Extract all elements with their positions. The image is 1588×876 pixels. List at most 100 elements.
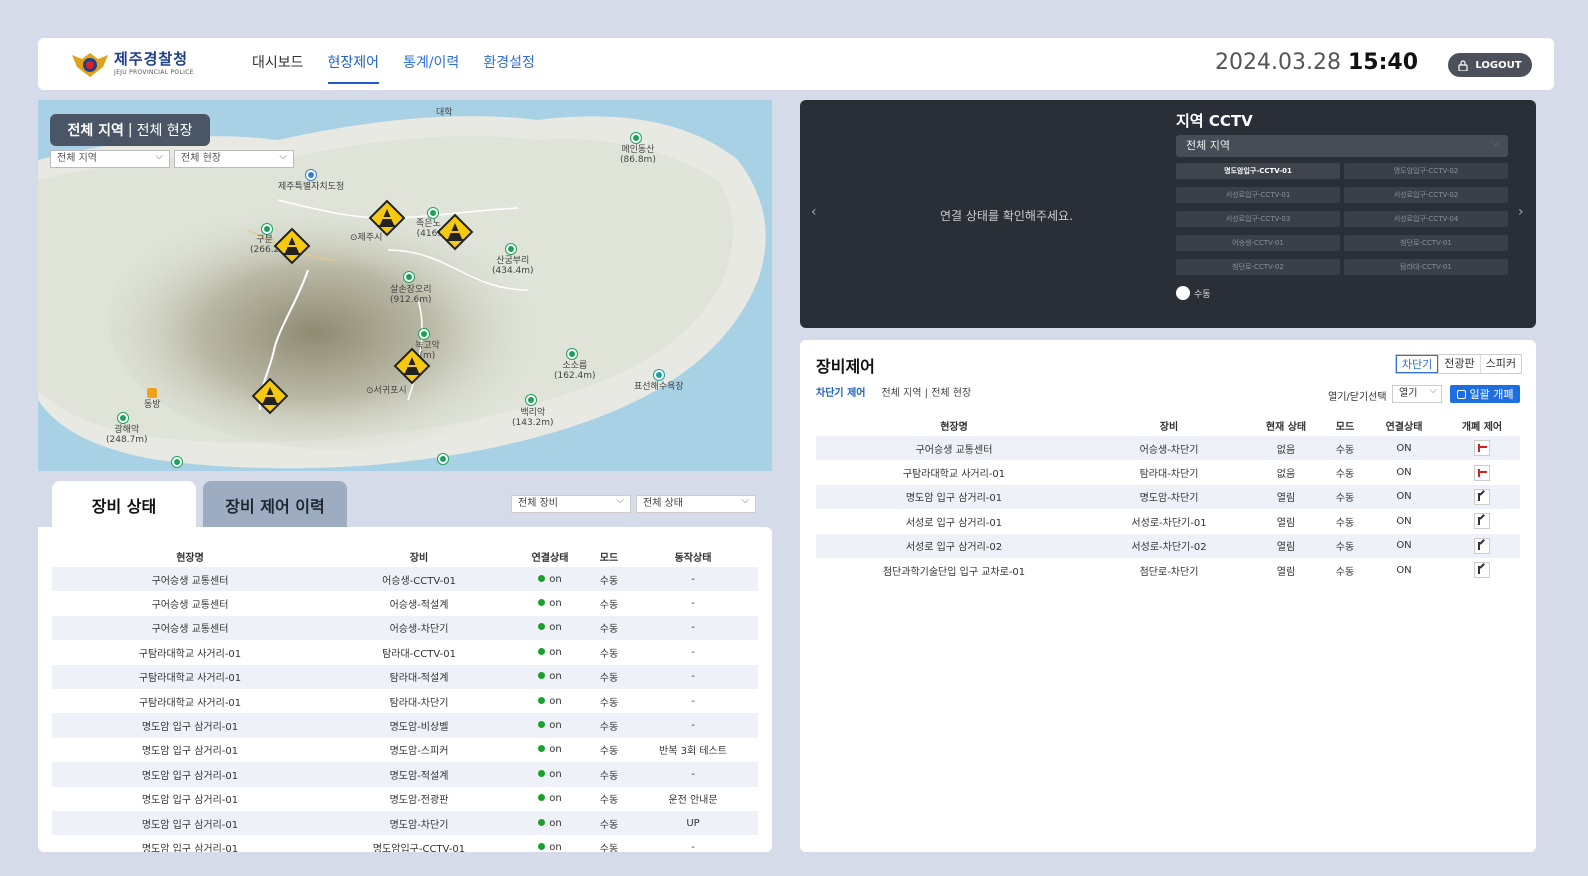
site-cone-marker-icon[interactable] [250, 376, 290, 416]
nav-dashboard[interactable]: 대시보드 [252, 38, 304, 84]
online-status-icon [538, 794, 546, 802]
table-row[interactable]: 구어승생 교통센터 어승생-CCTV-01 on 수동 - [52, 567, 758, 592]
bulk-button-label: 일괄 개폐 [1469, 388, 1514, 401]
cctv-camera-button[interactable]: 서성로입구-CCTV-04 [1344, 211, 1508, 227]
site-cone-marker-icon[interactable] [435, 212, 475, 252]
cell-mode: 수동 [1326, 533, 1364, 558]
cell-connection: ON [1396, 467, 1412, 479]
peak-marker-icon [567, 349, 577, 359]
column-header: 장비 [409, 552, 429, 564]
cctv-region-select[interactable]: 전체 지역 [1176, 132, 1508, 157]
online-status-icon [538, 647, 546, 655]
cctv-camera-button[interactable]: 서성로입구-CCTV-03 [1176, 211, 1340, 227]
cctv-camera-button[interactable]: 서성로입구-CCTV-02 [1344, 187, 1508, 203]
segment-signboard[interactable]: 전광판 [1438, 355, 1479, 373]
cell-mode: 수동 [599, 600, 619, 612]
column-header: 모드 [1335, 421, 1355, 433]
map-region-select[interactable]: 전체 지역 [50, 149, 170, 168]
site-cone-marker-icon[interactable] [367, 198, 407, 238]
cctv-camera-button[interactable]: 서성로입구-CCTV-01 [1176, 187, 1340, 203]
barrier-closed-icon[interactable] [1474, 464, 1490, 481]
table-row[interactable]: 명도암 입구 삼거리-01 명도암-비상벨 on 수동 - [52, 713, 758, 738]
police-logo[interactable]: 제주경찰청 JEJU PROVINCIAL POLICE [70, 49, 194, 79]
cell-operation: - [628, 664, 758, 689]
map-site-select[interactable]: 전체 현장 [174, 149, 294, 168]
barrier-open-icon[interactable] [1474, 537, 1490, 554]
site-cone-marker-icon[interactable] [392, 346, 432, 386]
open-close-select[interactable]: 열기 [1392, 383, 1442, 403]
online-status-icon [538, 599, 546, 607]
table-row[interactable]: 명도암 입구 삼거리-01 명도암입구-CCTV-01 on 수동 - [52, 835, 758, 852]
segment-speaker[interactable]: 스피커 [1479, 355, 1521, 373]
tab-equipment-status[interactable]: 장비 상태 [52, 481, 196, 529]
table-row[interactable]: 구탐라대학교 사거리-01 탐라대-차단기 없음 수동 ON [816, 460, 1520, 484]
cell-site: 명도암 입구 삼거리-01 [52, 810, 328, 836]
nav-stats-history[interactable]: 통계/이력 [403, 38, 459, 84]
subtab-barrier-control[interactable]: 차단기 제어 [816, 384, 865, 399]
table-row[interactable]: 명도암 입구 삼거리-01 명도암-적설계 on 수동 - [52, 762, 758, 787]
cctv-camera-button[interactable]: 첨단로-CCTV-02 [1176, 259, 1340, 275]
barrier-closed-icon[interactable] [1474, 440, 1490, 457]
cctv-mode-toggle[interactable]: 수동 [1176, 286, 1211, 300]
cell-device: 탐라대-CCTV-01 [382, 648, 456, 660]
cell-connection: ON [1396, 564, 1412, 576]
cctv-camera-button[interactable]: 명도암입구-CCTV-02 [1344, 163, 1508, 179]
device-filter-select[interactable]: 전체 장비 [511, 493, 631, 513]
cell-device: 명도암입구-CCTV-01 [372, 843, 466, 852]
cctv-prev-button[interactable]: ‹ [811, 204, 817, 220]
table-row[interactable]: 구어승생 교통센터 어승생-적설계 on 수동 - [52, 591, 758, 615]
table-row[interactable]: 구탐라대학교 사거리-01 탐라대-CCTV-01 on 수동 - [52, 640, 758, 664]
cell-device: 어승생-차단기 [1092, 436, 1246, 461]
barrier-open-icon[interactable] [1474, 513, 1490, 530]
cell-site: 명도암 입구 삼거리-01 [141, 843, 239, 852]
logo-title: 제주경찰청 [114, 50, 189, 68]
peak-marker-icon [419, 329, 429, 339]
cell-mode: 수동 [590, 713, 628, 738]
cell-operation: UP [628, 810, 758, 836]
table-row[interactable]: 구탐라대학교 사거리-01 탐라대-차단기 on 수동 - [52, 689, 758, 713]
table-row[interactable]: 서성로 입구 삼거리-02 서성로-차단기-02 열림 수동 ON [816, 533, 1520, 558]
online-status-icon [538, 623, 546, 631]
current-time: 15:40 [1347, 50, 1418, 75]
table-row[interactable]: 명도암 입구 삼거리-01 명도암-스피커 on 수동 반복 3회 테스트 [52, 738, 758, 762]
cctv-camera-button[interactable]: 탐라대-CCTV-01 [1344, 259, 1508, 275]
cctv-next-button[interactable]: › [1518, 204, 1524, 220]
current-datetime: 2024.03.28 15:40 [1215, 50, 1418, 75]
nav-settings[interactable]: 환경설정 [483, 38, 535, 84]
state-filter-select[interactable]: 전체 상태 [636, 493, 756, 513]
cctv-camera-button[interactable]: 첨단로-CCTV-01 [1344, 235, 1508, 251]
cell-site: 구탐라대학교 사거리-01 [52, 664, 328, 689]
cell-device: 명도암-비상벨 [328, 713, 510, 738]
cell-state: 열림 [1246, 533, 1326, 558]
tab-control-history[interactable]: 장비 제어 이력 [203, 481, 347, 529]
peak-marker-icon [262, 224, 272, 234]
lock-icon [1458, 59, 1469, 71]
online-status-icon [538, 721, 546, 729]
map-label-pyoseon: 표선해수욕장 [634, 382, 684, 392]
barrier-open-icon[interactable] [1474, 488, 1490, 505]
table-row[interactable]: 구어승생 교통센터 어승생-차단기 없음 수동 ON [816, 436, 1520, 461]
bulk-open-close-button[interactable]: 일괄 개폐 [1450, 385, 1520, 403]
table-row[interactable]: 구탐라대학교 사거리-01 탐라대-적설계 on 수동 - [52, 664, 758, 689]
cell-operation: - [628, 567, 758, 592]
site-map[interactable]: 전체 지역 | 전체 현장 전체 지역 전체 현장 대학 제주특별자치도청 ⊙제… [38, 100, 772, 471]
barrier-open-icon[interactable] [1474, 562, 1490, 579]
table-row[interactable]: 서성로 입구 삼거리-01 서성로-차단기-01 열림 수동 ON [816, 509, 1520, 533]
nav-field-control[interactable]: 현장제어 [327, 38, 380, 84]
table-row[interactable]: 구어승생 교통센터 어승생-차단기 on 수동 - [52, 615, 758, 641]
control-subtabs: 차단기 제어 전체 지역 | 전체 현장 [816, 384, 971, 399]
map-scope-separator: | [127, 122, 133, 138]
table-row[interactable]: 명도암 입구 삼거리-01 명도암-차단기 열림 수동 ON [816, 484, 1520, 510]
cell-device: 탐라대-적설계 [328, 664, 510, 689]
table-row[interactable]: 명도암 입구 삼거리-01 명도암-차단기 on 수동 UP [52, 810, 758, 836]
cell-site: 구탐라대학교 사거리-01 [138, 648, 242, 660]
cctv-camera-button[interactable]: 어승생-CCTV-01 [1176, 235, 1340, 251]
site-cone-marker-icon[interactable] [272, 226, 312, 266]
logout-button[interactable]: LOGOUT [1448, 53, 1532, 77]
table-row[interactable]: 명도암 입구 삼거리-01 명도암-전광판 on 수동 운전 안내문 [52, 787, 758, 811]
cell-site: 명도암 입구 삼거리-01 [816, 484, 1092, 510]
table-row[interactable]: 첨단과학기술단입 입구 교차로-01 첨단로-차단기 열림 수동 ON [816, 558, 1520, 582]
cctv-camera-button[interactable]: 명도암입구-CCTV-01 [1176, 163, 1340, 179]
beach-marker-icon [654, 370, 664, 380]
segment-barrier[interactable]: 차단기 [1395, 355, 1439, 373]
